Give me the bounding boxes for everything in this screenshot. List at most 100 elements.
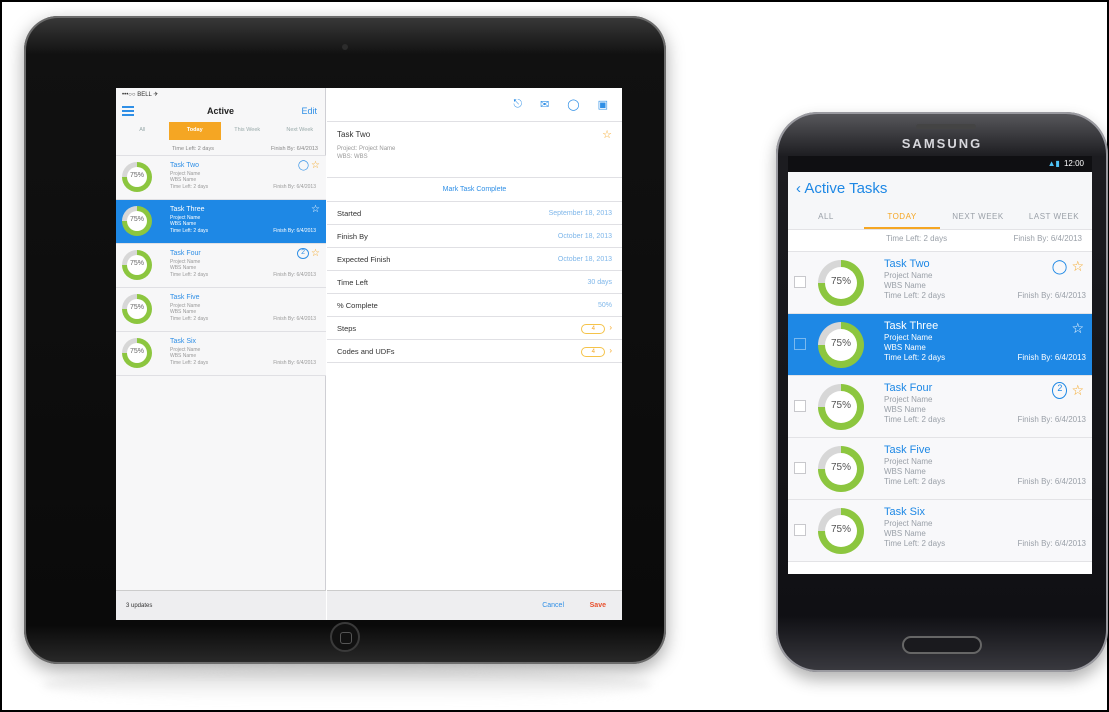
tablet-device: •••○○ BELL ✈ Active Edit All Today This …: [24, 16, 666, 664]
task-checkbox[interactable]: [794, 400, 806, 412]
list-item[interactable]: 75% Task Four Project Name WBS Name Time…: [788, 376, 1092, 438]
task-list: Time Left: 2 days Finish By: 6/4/2013 75…: [116, 140, 326, 376]
progress-percent: 75%: [830, 524, 851, 535]
back-button[interactable]: ‹ Active Tasks: [796, 180, 887, 197]
star-icon[interactable]: ☆: [602, 128, 612, 141]
list-item-selected[interactable]: 75% Task Three Project Name WBS Name Tim…: [116, 200, 326, 244]
mail-icon[interactable]: ✉: [540, 98, 549, 111]
task-checkbox[interactable]: [794, 276, 806, 288]
field-label: Expected Finish: [337, 254, 391, 264]
task-checkbox[interactable]: [794, 338, 806, 350]
finish-by: Finish By: 6/4/2013: [273, 272, 316, 278]
tab-all[interactable]: ALL: [788, 206, 864, 229]
count-badge: 4: [581, 323, 606, 334]
detail-title: Task Two: [337, 130, 371, 139]
tab-all[interactable]: All: [116, 122, 169, 140]
tab-this-week[interactable]: This Week: [221, 122, 274, 140]
field-expected-finish[interactable]: Expected Finish October 18, 2013: [327, 248, 622, 271]
task-title: Task Three: [884, 320, 939, 332]
progress-ring: 75%: [818, 508, 864, 554]
list-item-partial[interactable]: Time Left: 2 days Finish By: 6/4/2013: [788, 230, 1092, 252]
wbs-name: WBS Name: [884, 529, 926, 538]
list-item-partial[interactable]: Time Left: 2 days Finish By: 6/4/2013: [116, 140, 326, 156]
wbs-name: WBS Name: [170, 309, 197, 315]
tab-today[interactable]: TODAY: [864, 206, 940, 229]
phone-brand-logo: SAMSUNG: [901, 136, 983, 151]
time-left: Time Left: 2 days: [886, 234, 948, 243]
field-percent-complete[interactable]: % Complete 50%: [327, 294, 622, 317]
task-checkbox[interactable]: [794, 462, 806, 474]
list-item[interactable]: 75% Task Two Project Name WBS Name Time …: [116, 156, 326, 200]
list-item[interactable]: 75% Task Five Project Name WBS Name Time…: [788, 438, 1092, 500]
field-started[interactable]: Started September 18, 2013: [327, 202, 622, 225]
comment-icon[interactable]: ◯: [298, 160, 309, 171]
time-left: Time Left: 2 days: [170, 228, 209, 234]
phone-home-button[interactable]: [902, 636, 982, 654]
list-item[interactable]: 75% Task Five Project Name WBS Name Time…: [116, 288, 326, 332]
star-icon[interactable]: ☆: [1071, 382, 1084, 399]
progress-percent: 75%: [830, 276, 851, 287]
star-icon[interactable]: ☆: [311, 160, 320, 171]
comment-icon[interactable]: ◯: [1052, 258, 1068, 275]
field-steps[interactable]: Steps 4 ›: [327, 317, 622, 340]
nav-bar: Active Edit: [116, 102, 325, 122]
field-value: October 18, 2013: [557, 255, 612, 263]
progress-percent: 75%: [830, 400, 851, 411]
mark-complete-button[interactable]: Mark Task Complete: [327, 178, 622, 202]
edit-button[interactable]: Edit: [301, 106, 317, 116]
cancel-button[interactable]: Cancel: [542, 602, 564, 609]
tablet-home-button[interactable]: [330, 622, 360, 652]
comment-count-icon[interactable]: 2: [297, 248, 310, 259]
wbs-name: WBS Name: [170, 265, 197, 271]
list-item[interactable]: 75% Task Two Project Name WBS Name Time …: [788, 252, 1092, 314]
list-item-selected[interactable]: 75% Task Three Project Name WBS Name Tim…: [788, 314, 1092, 376]
signal-icon: ▲▮: [1047, 159, 1060, 168]
field-codes-udfs[interactable]: Codes and UDFs 4 ›: [327, 340, 622, 363]
star-icon[interactable]: ☆: [1071, 320, 1084, 337]
screenshot-frame: •••○○ BELL ✈ Active Edit All Today This …: [0, 0, 1109, 712]
finish-by: Finish By: 6/4/2013: [1017, 415, 1086, 424]
field-label: Time Left: [337, 277, 368, 287]
finish-by: Finish By: 6/4/2013: [1017, 353, 1086, 362]
list-item[interactable]: 75% Task Six Project Name WBS Name Time …: [788, 500, 1092, 562]
progress-percent: 75%: [129, 172, 144, 179]
comment-icon[interactable]: ◯: [567, 98, 579, 111]
list-item[interactable]: 75% Task Four Project Name WBS Name Time…: [116, 244, 326, 288]
comment-count-icon[interactable]: 2: [1052, 382, 1068, 399]
field-time-left[interactable]: Time Left 30 days: [327, 271, 622, 294]
page-title: Active: [206, 106, 234, 116]
wbs-name: WBS Name: [884, 467, 926, 476]
camera-icon[interactable]: ▣: [598, 98, 608, 111]
star-icon[interactable]: ☆: [1071, 258, 1084, 275]
tab-next-week[interactable]: NEXT WEEK: [940, 206, 1016, 229]
list-item[interactable]: 75% Task Six Project Name WBS Name Time …: [116, 332, 326, 376]
phone-speaker: [916, 124, 976, 129]
task-title: Task Two: [884, 258, 930, 270]
field-label: Started: [337, 208, 362, 218]
star-icon[interactable]: ☆: [311, 248, 320, 259]
wbs-name: WBS Name: [170, 221, 197, 227]
save-button[interactable]: Save: [590, 602, 606, 609]
detail-header: Task Two ☆ Project: Project Name WBS: WB…: [327, 122, 622, 178]
project-name: Project Name: [884, 395, 933, 404]
field-label: % Complete: [337, 300, 378, 310]
tab-next-week[interactable]: Next Week: [274, 122, 327, 140]
progress-percent: 75%: [830, 462, 851, 473]
share-icon[interactable]: ⎋: [513, 98, 522, 111]
count-badge: 4: [581, 346, 606, 357]
status-time: 12:00: [1063, 159, 1084, 168]
tab-last-week[interactable]: LAST WEEK: [1016, 206, 1092, 229]
progress-percent: 75%: [129, 260, 144, 267]
task-checkbox[interactable]: [794, 524, 806, 536]
status-bar: ▲▮ 12:00: [788, 156, 1092, 172]
task-title: Task Four: [884, 382, 933, 394]
finish-by: Finish By: 6/4/2013: [273, 360, 316, 366]
progress-ring: 75%: [818, 322, 864, 368]
progress-ring: 75%: [122, 294, 152, 324]
field-finish-by[interactable]: Finish By October 18, 2013: [327, 225, 622, 248]
star-icon[interactable]: ☆: [311, 204, 320, 215]
task-title: Task Three: [170, 206, 205, 213]
progress-percent: 75%: [129, 216, 144, 223]
tab-today[interactable]: Today: [168, 122, 221, 140]
project-value: Project Name: [359, 146, 396, 152]
